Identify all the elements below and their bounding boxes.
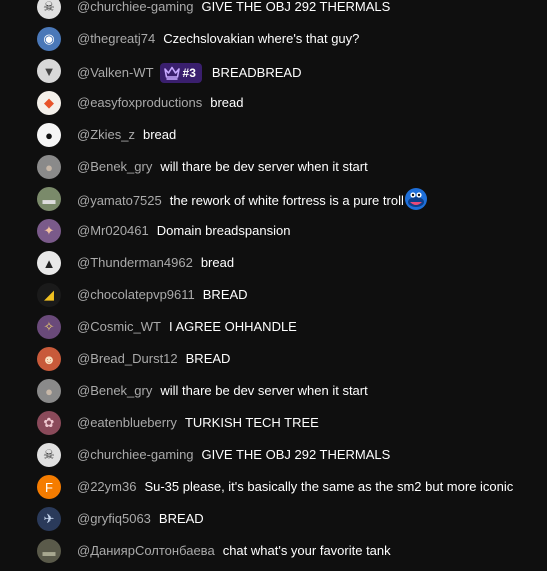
chat-author[interactable]: @Cosmic_WT	[77, 319, 161, 335]
chat-text: Czechslovakian where's that guy?	[163, 31, 360, 46]
chat-text: GIVE THE OBJ 292 THERMALS	[201, 447, 391, 462]
avatar-glyph: F	[45, 479, 53, 495]
chat-author[interactable]: @churchiee-gaming	[77, 447, 194, 463]
chat-author[interactable]: @Thunderman4962	[77, 255, 193, 271]
avatar-glyph: ◢	[44, 287, 54, 302]
chat-text: bread	[210, 95, 244, 110]
crown-icon	[163, 66, 180, 80]
chat-message: ▲ @Thunderman4962 bread	[0, 247, 547, 279]
chat-text: bread	[143, 127, 177, 142]
avatar-glyph: ✈	[43, 511, 55, 526]
chat-author[interactable]: @Valken-WT	[77, 65, 154, 81]
wolf-avatar[interactable]: ▼	[37, 59, 61, 83]
chat-text: I AGREE OHHANDLE	[168, 319, 297, 334]
avatar-glyph: ☻	[42, 351, 56, 367]
jet-avatar[interactable]: ✈	[37, 507, 61, 531]
chat-text: Domain breadspansion	[156, 223, 291, 238]
blue-bird-emoji	[404, 188, 427, 210]
avatar-glyph: ◉	[43, 31, 55, 46]
avatar-glyph: ☠	[43, 447, 55, 462]
chat-message: ▬ @yamato7525 the rework of white fortre…	[0, 183, 547, 215]
chat-author[interactable]: @Benek_gry	[77, 159, 152, 175]
chat-author[interactable]: @gryfiq5063	[77, 511, 151, 527]
avatar-glyph: ◆	[44, 95, 54, 110]
art-avatar[interactable]: ✦	[37, 219, 61, 243]
chat-message: ● @Benek_gry will thare be dev server wh…	[0, 151, 547, 183]
chat-message: ▬ @ДаниярСолтонбаева chat what's your fa…	[0, 535, 547, 567]
chat-message: F @22ym36 Su-35 please, it's basically t…	[0, 471, 547, 503]
chat-text: TURKISH TECH TREE	[184, 415, 319, 430]
chat-message: ☠ @churchiee-gaming GIVE THE OBJ 292 THE…	[0, 439, 547, 471]
chat-author[interactable]: @22ym36	[77, 479, 136, 495]
logo-avatar[interactable]: ◢	[37, 283, 61, 307]
chat-message: ◉ @thegreatj74 Czechslovakian where's th…	[0, 23, 547, 55]
face-avatar[interactable]: ●	[37, 155, 61, 179]
chat-text: GIVE THE OBJ 292 THERMALS	[201, 0, 391, 14]
avatar-glyph: ▲	[42, 255, 56, 271]
chat-message: ◢ @chocolatepvp9611 BREAD	[0, 279, 547, 311]
avatar-glyph: ☠	[43, 0, 55, 14]
chat-message: ✧ @Cosmic_WT I AGREE OHHANDLE	[0, 311, 547, 343]
tank-avatar[interactable]: ▲	[37, 251, 61, 275]
live-chat-list: ☠ @churchiee-gaming GIVE THE OBJ 292 THE…	[0, 0, 547, 567]
chat-message: ☻ @Bread_Durst12 BREAD	[0, 343, 547, 375]
skull-avatar[interactable]: ☠	[37, 0, 61, 19]
chat-text: BREAD	[158, 511, 204, 526]
chat-text: BREADBREAD	[211, 65, 302, 80]
chat-text: chat what's your favorite tank	[222, 543, 391, 558]
chat-message: ▼ @Valken-WT #3 BREADBREAD	[0, 55, 547, 87]
chat-author[interactable]: @chocolatepvp9611	[77, 287, 195, 303]
chat-text: will thare be dev server when it start	[160, 383, 368, 398]
chat-text: BREAD	[202, 287, 248, 302]
chat-text: the rework of white fortress is a pure t…	[169, 193, 404, 208]
chat-message: ✦ @Mr020461 Domain breadspansion	[0, 215, 547, 247]
avatar-glyph: ●	[45, 383, 53, 399]
chat-message: ◆ @easyfoxproductions bread	[0, 87, 547, 119]
chat-author[interactable]: @Benek_gry	[77, 383, 152, 399]
chat-author[interactable]: @yamato7525	[77, 193, 162, 209]
skull-avatar[interactable]: ☠	[37, 443, 61, 467]
chat-text: bread	[200, 255, 235, 270]
avatar-glyph: ✦	[43, 223, 55, 238]
cat-avatar[interactable]: ●	[37, 123, 61, 147]
chat-author[interactable]: @ДаниярСолтонбаева	[77, 543, 215, 559]
ship-avatar[interactable]: ▬	[37, 187, 61, 211]
chat-author[interactable]: @churchiee-gaming	[77, 0, 194, 15]
tank-photo-avatar[interactable]: ▬	[37, 539, 61, 563]
chat-text: BREAD	[185, 351, 231, 366]
cartoon-face-avatar[interactable]: ☻	[37, 347, 61, 371]
cartoon-avatar[interactable]: ◉	[37, 27, 61, 51]
avatar-glyph: ✿	[43, 415, 55, 430]
avatar-glyph: ●	[45, 127, 53, 143]
fox-avatar[interactable]: ◆	[37, 91, 61, 115]
chat-message: ✿ @eatenblueberry TURKISH TECH TREE	[0, 407, 547, 439]
chat-author[interactable]: @thegreatj74	[77, 31, 155, 47]
anime-avatar[interactable]: ✧	[37, 315, 61, 339]
avatar-glyph: ▬	[42, 543, 56, 559]
chat-text: will thare be dev server when it start	[160, 159, 368, 174]
chat-author[interactable]: @Bread_Durst12	[77, 351, 178, 367]
chat-message: ● @Benek_gry will thare be dev server wh…	[0, 375, 547, 407]
face-avatar[interactable]: ●	[37, 379, 61, 403]
chat-text: Su-35 please, it's basically the same as…	[144, 479, 514, 494]
avatar-glyph: ▬	[42, 191, 56, 207]
chat-author[interactable]: @Mr020461	[77, 223, 149, 239]
avatar-glyph: ▼	[42, 63, 56, 79]
chat-author[interactable]: @Zkies_z	[77, 127, 135, 143]
chat-message: ✈ @gryfiq5063 BREAD	[0, 503, 547, 535]
chat-message: ● @Zkies_z bread	[0, 119, 547, 151]
avatar-glyph: ●	[45, 159, 53, 175]
badge-rank: #3	[182, 66, 196, 80]
chat-author[interactable]: @eatenblueberry	[77, 415, 177, 431]
chat-author[interactable]: @easyfoxproductions	[77, 95, 202, 111]
letter-avatar[interactable]: F	[37, 475, 61, 499]
avatar-glyph: ✧	[43, 319, 55, 334]
flower-avatar[interactable]: ✿	[37, 411, 61, 435]
member-rank-badge: #3	[159, 63, 202, 83]
chat-message: ☠ @churchiee-gaming GIVE THE OBJ 292 THE…	[0, 0, 547, 23]
